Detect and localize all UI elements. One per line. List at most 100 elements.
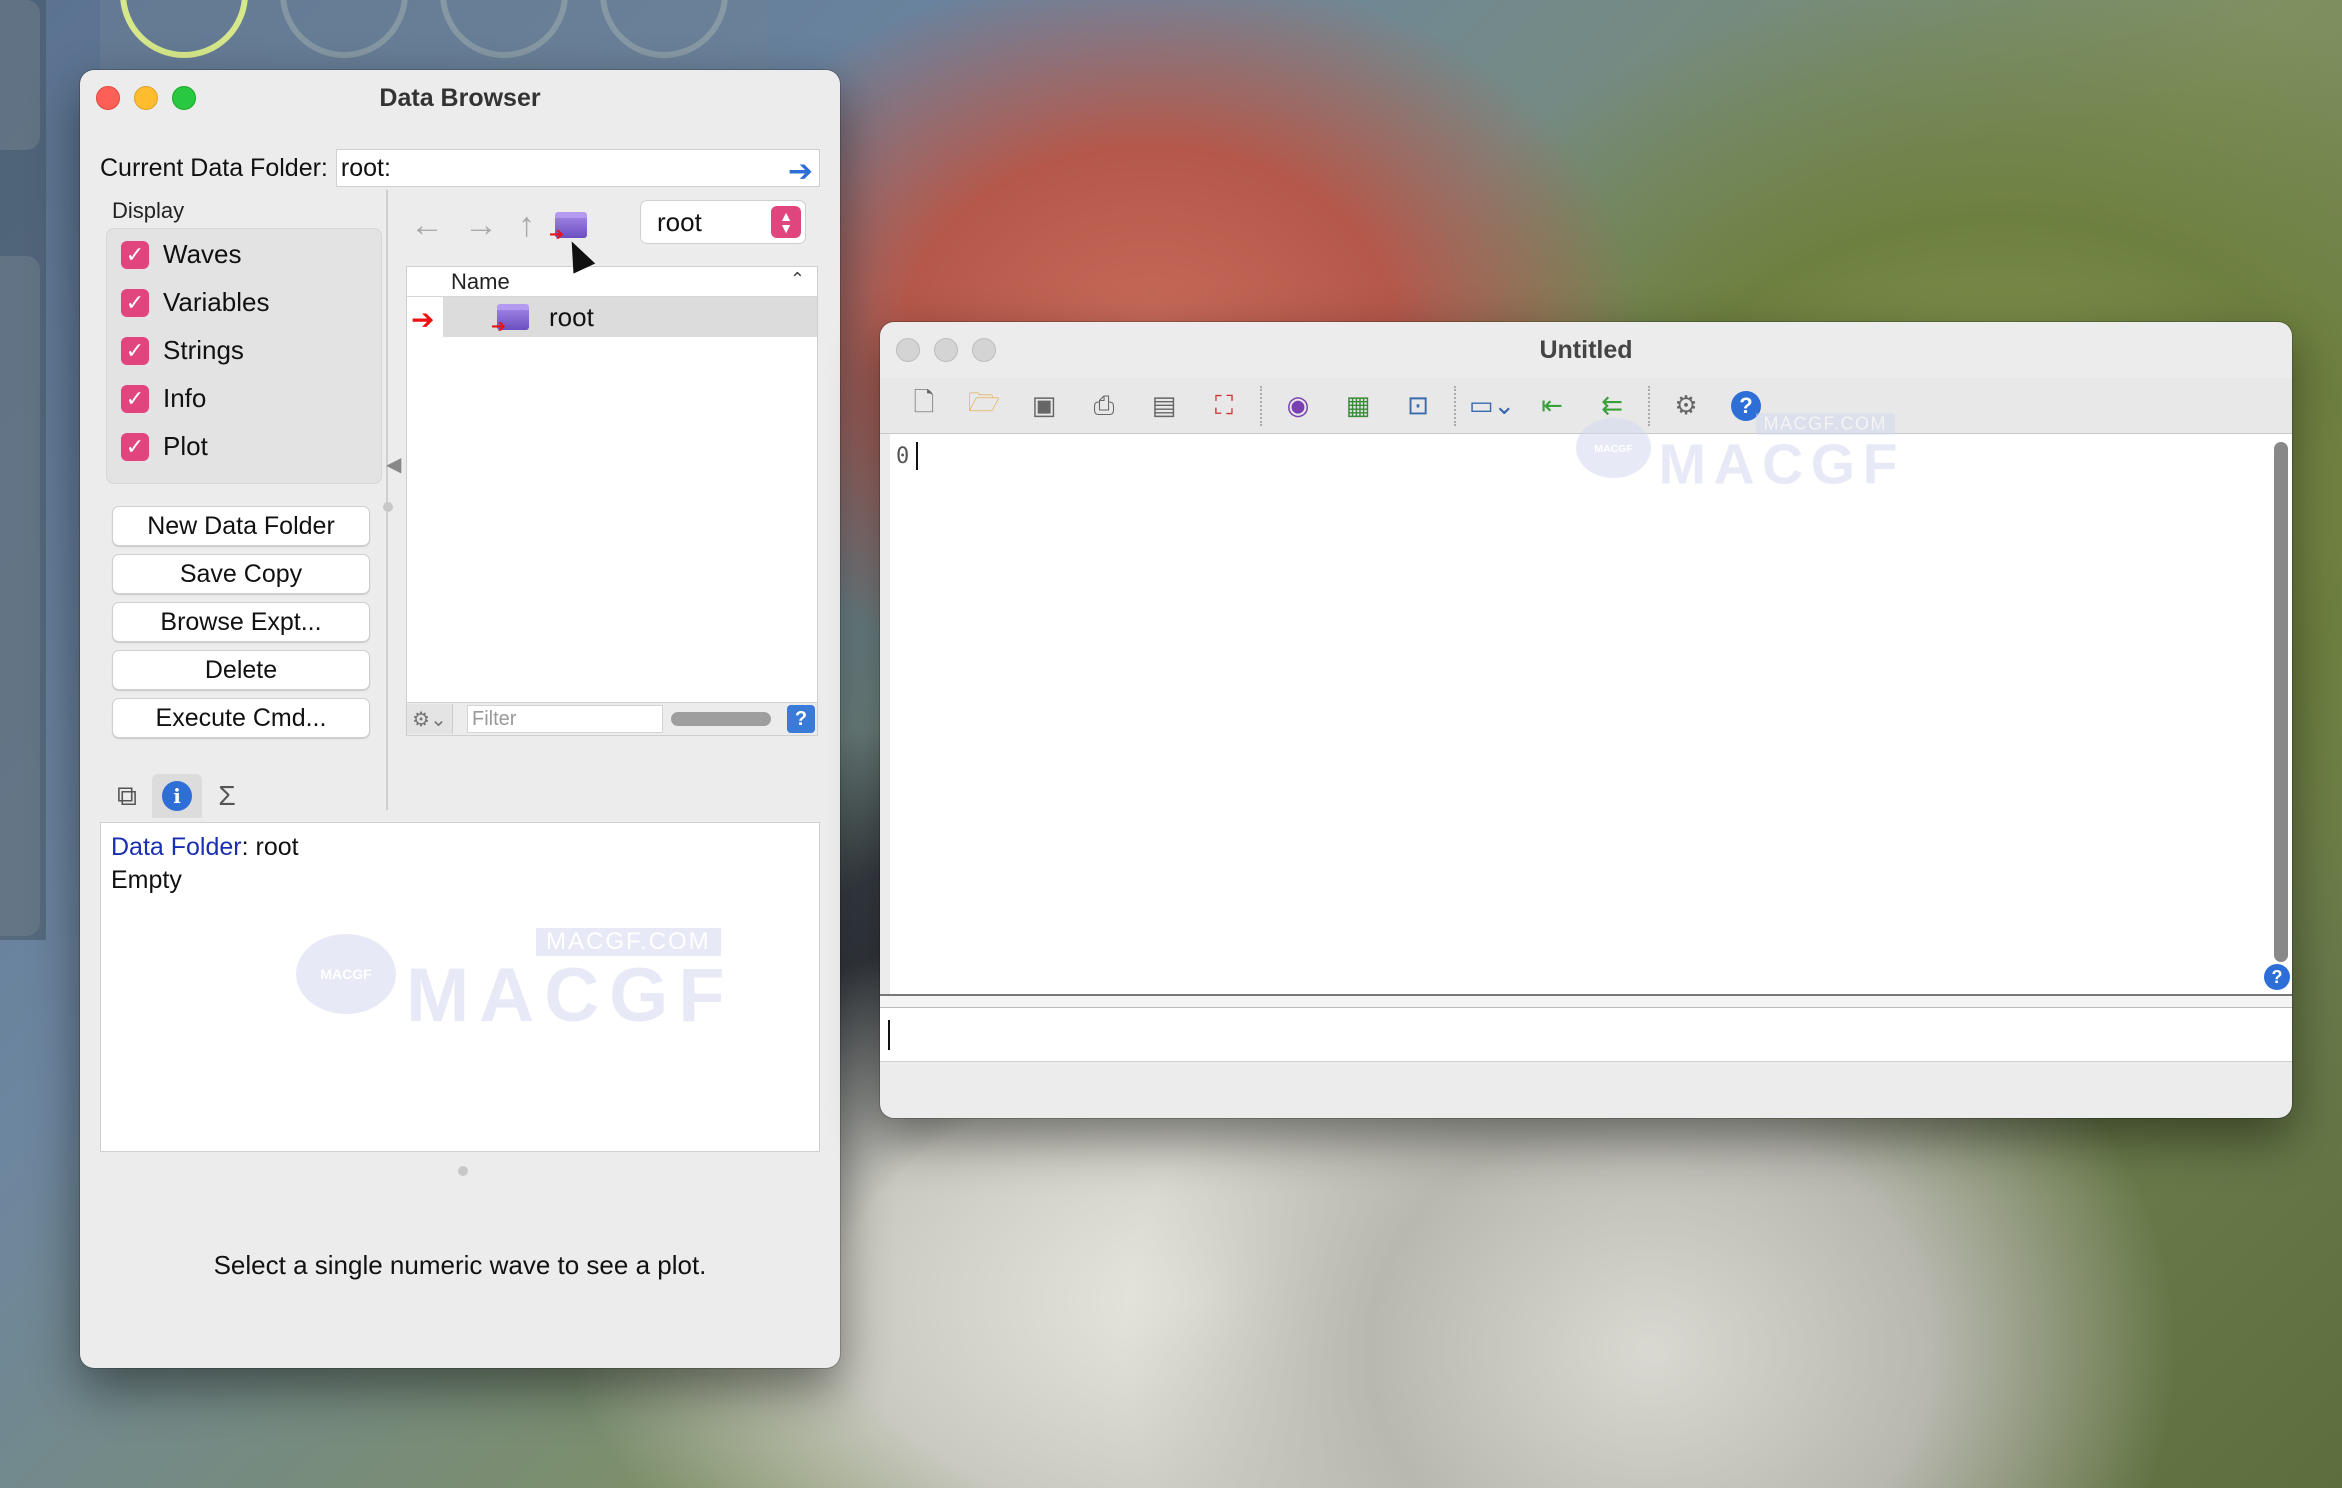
help-icon[interactable]: ? — [1731, 390, 1761, 421]
current-data-folder-field[interactable]: root: ➔ — [335, 149, 820, 189]
command-splitter[interactable] — [880, 994, 2292, 1008]
save-icon[interactable]: ▣ — [1014, 386, 1074, 426]
vertical-splitter[interactable] — [386, 190, 388, 810]
folder-popup-value: root — [657, 206, 702, 237]
browse-expt-button[interactable]: Browse Expt... — [112, 602, 370, 642]
arrow-right-icon[interactable]: → — [464, 206, 498, 245]
checkmark-icon[interactable]: ✓ — [121, 240, 149, 269]
current-data-folder-row: Current Data Folder: root: ➔ — [100, 148, 820, 188]
list-header-name[interactable]: Name ⌃ — [407, 267, 817, 297]
history-first-line: 0 — [896, 444, 910, 469]
info-tab-row: ⧉ i Σ — [102, 774, 252, 818]
desktop-top-widget — [100, 0, 768, 70]
new-graph-icon[interactable]: ⛶ — [1194, 386, 1254, 426]
close-button[interactable] — [96, 86, 120, 110]
window-search-icon[interactable]: ⊡ — [1388, 386, 1448, 426]
sigma-icon: Σ — [218, 780, 236, 811]
data-folder-icon: ➔ — [491, 304, 529, 336]
info-icon: i — [162, 781, 192, 811]
chevron-updown-icon[interactable]: ▲ ▼ — [771, 206, 801, 238]
minimize-button[interactable] — [934, 338, 958, 362]
command-line-input[interactable] — [880, 1008, 2292, 1062]
text-caret — [888, 1020, 890, 1050]
checkbox-label: Variables — [163, 287, 270, 317]
tab-info[interactable]: i — [152, 774, 202, 818]
arrow-left-icon[interactable]: ← — [410, 206, 444, 245]
open-folder-icon[interactable]: 🗁 — [954, 386, 1014, 426]
widget-circle-icon — [280, 0, 408, 58]
current-data-folder-value: root: — [340, 153, 391, 182]
checkbox-variables[interactable]: ✓ Variables — [121, 287, 269, 318]
current-data-folder-label: Current Data Folder: — [100, 153, 328, 182]
checkmark-icon[interactable]: ✓ — [121, 288, 149, 317]
table-search-icon[interactable]: ▦ — [1328, 386, 1388, 426]
arrow-right-blue-icon[interactable]: ➔ — [788, 154, 813, 189]
navigation-toolbar: ← → ↑ ➔ — [410, 200, 587, 250]
gear-icon[interactable]: ⚙⌄ — [407, 704, 453, 734]
text-caret — [916, 442, 918, 470]
help-icon[interactable]: ? — [787, 705, 815, 733]
zoom-button[interactable] — [972, 338, 996, 362]
insert-left-icon[interactable]: ⇤ — [1522, 386, 1582, 426]
chevron-up-icon: ⌃ — [789, 269, 805, 289]
list-header-label: Name — [451, 268, 510, 294]
list-footer: ⚙⌄ Filter ? — [406, 702, 818, 736]
window-title: Untitled — [1539, 335, 1633, 364]
insert-multiple-icon[interactable]: ⇇ — [1582, 386, 1642, 426]
zoom-button[interactable] — [172, 86, 196, 110]
delete-button[interactable]: Delete — [112, 650, 370, 690]
new-document-icon[interactable]: 🗋 — [894, 386, 954, 426]
vertical-scrollbar[interactable] — [2274, 442, 2288, 962]
checkmark-icon[interactable]: ✓ — [121, 384, 149, 413]
new-data-folder-button[interactable]: New Data Folder — [112, 506, 370, 546]
command-toolbar: 🗋 🗁 ▣ ⎙ ▤ ⛶ ◉ ▦ ⊡ ▭⌄ ⇤ ⇇ ⚙ ? — [880, 378, 2292, 434]
checkbox-label: Waves — [163, 239, 242, 269]
list-item[interactable]: ➔ root — [443, 297, 817, 337]
gear-icon[interactable]: ⚙ — [1656, 386, 1716, 426]
checkmark-icon[interactable]: ✓ — [121, 336, 149, 365]
data-folder-list: Name ⌃ ➔ root ➔ — [406, 266, 818, 736]
zoom-slider[interactable] — [671, 712, 771, 726]
close-button[interactable] — [896, 338, 920, 362]
display-options-box: ✓ Waves ✓ Variables ✓ Strings ✓ Info ✓ P… — [106, 228, 382, 484]
help-icon[interactable]: ? — [2264, 964, 2290, 990]
laptop-circle-icon — [120, 0, 248, 58]
collapse-left-icon[interactable]: ◀ — [386, 452, 401, 477]
tab-copy[interactable]: ⧉ — [102, 774, 152, 818]
checkbox-label: Strings — [163, 335, 244, 365]
data-browser-window: Data Browser Current Data Folder: root: … — [80, 70, 840, 1368]
checkmark-icon[interactable]: ✓ — [121, 432, 149, 461]
filter-input[interactable]: Filter — [467, 705, 663, 733]
display-section-label: Display — [112, 198, 185, 223]
splitter-handle-dot[interactable] — [383, 502, 393, 512]
checkbox-waves[interactable]: ✓ Waves — [121, 239, 242, 270]
toolbar-separator — [1648, 385, 1650, 426]
checkbox-plot[interactable]: ✓ Plot — [121, 431, 208, 462]
untitled-window: Untitled 🗋 🗁 ▣ ⎙ ▤ ⛶ ◉ ▦ ⊡ ▭⌄ ⇤ ⇇ ⚙ ? 0 … — [880, 322, 2292, 1118]
window-title: Data Browser — [379, 83, 541, 112]
arrow-up-icon[interactable]: ↑ — [518, 206, 535, 245]
desktop-sidebar-strip — [0, 0, 46, 940]
new-window-menu-icon[interactable]: ▭⌄ — [1462, 386, 1522, 426]
checkbox-label: Info — [163, 383, 207, 413]
execute-cmd-button[interactable]: Execute Cmd... — [112, 698, 370, 738]
history-area[interactable]: 0 ? — [880, 434, 2292, 994]
checkbox-info[interactable]: ✓ Info — [121, 383, 206, 414]
print-icon[interactable]: ⎙ — [1074, 386, 1134, 426]
checkbox-strings[interactable]: ✓ Strings — [121, 335, 244, 366]
copy-icon: ⧉ — [117, 779, 137, 811]
save-copy-button[interactable]: Save Copy — [112, 554, 370, 594]
tab-stats[interactable]: Σ — [202, 774, 252, 818]
help-icon-wrap[interactable]: ? — [1716, 386, 1776, 426]
set-current-folder-icon[interactable]: ➔ — [549, 212, 587, 244]
waveform-icon[interactable]: ◉ — [1268, 386, 1328, 426]
minimize-button[interactable] — [134, 86, 158, 110]
widget-circle-icon — [600, 0, 728, 58]
page-setup-icon[interactable]: ▤ — [1134, 386, 1194, 426]
splitter-handle-dot[interactable] — [458, 1166, 468, 1176]
window-titlebar[interactable]: Untitled — [880, 322, 2292, 378]
widget-circle-icon — [440, 0, 568, 58]
window-titlebar[interactable]: Data Browser — [80, 70, 840, 126]
info-panel: Data Folder: root Empty — [100, 822, 820, 1152]
folder-popup-menu[interactable]: root ▲ ▼ — [640, 200, 806, 244]
